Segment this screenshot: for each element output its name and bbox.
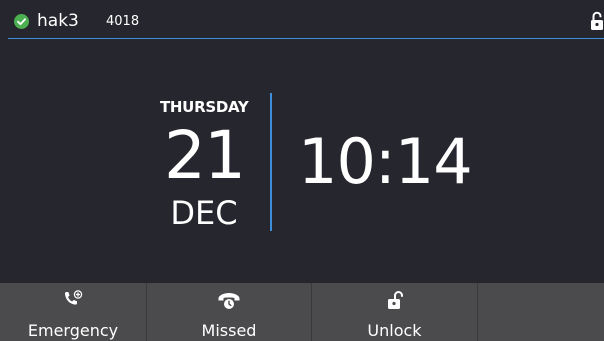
missed-softkey[interactable]: Missed <box>147 283 312 341</box>
status-bar: hak3 4018 <box>0 0 604 38</box>
empty-softkey[interactable] <box>478 283 604 341</box>
weekday-label: THURSDAY <box>160 98 249 116</box>
emergency-softkey-label: Emergency <box>27 321 119 340</box>
unlock-softkey[interactable]: Unlock <box>312 283 478 341</box>
status-divider-line <box>8 38 604 39</box>
date-time-divider <box>270 93 272 231</box>
account-name: hak3 <box>37 11 79 31</box>
unlock-icon <box>387 291 403 309</box>
unlocked-padlock-icon <box>591 11 603 30</box>
missed-softkey-label: Missed <box>201 321 257 340</box>
day-number: 21 <box>164 117 246 194</box>
phone-idle-screen: hak3 4018 THURSDAY 21 DEC 10:14 Emergenc… <box>0 0 604 341</box>
unlock-softkey-label: Unlock <box>367 321 422 340</box>
emergency-softkey[interactable]: Emergency <box>0 283 147 341</box>
softkey-bar: Emergency Missed Unlock <box>0 283 604 341</box>
month-label: DEC <box>170 194 238 232</box>
emergency-call-icon <box>65 290 83 305</box>
check-circle-icon <box>14 14 29 29</box>
extension-number: 4018 <box>106 14 140 29</box>
missed-call-icon <box>218 293 240 309</box>
clock-time: 10:14 <box>298 125 473 198</box>
